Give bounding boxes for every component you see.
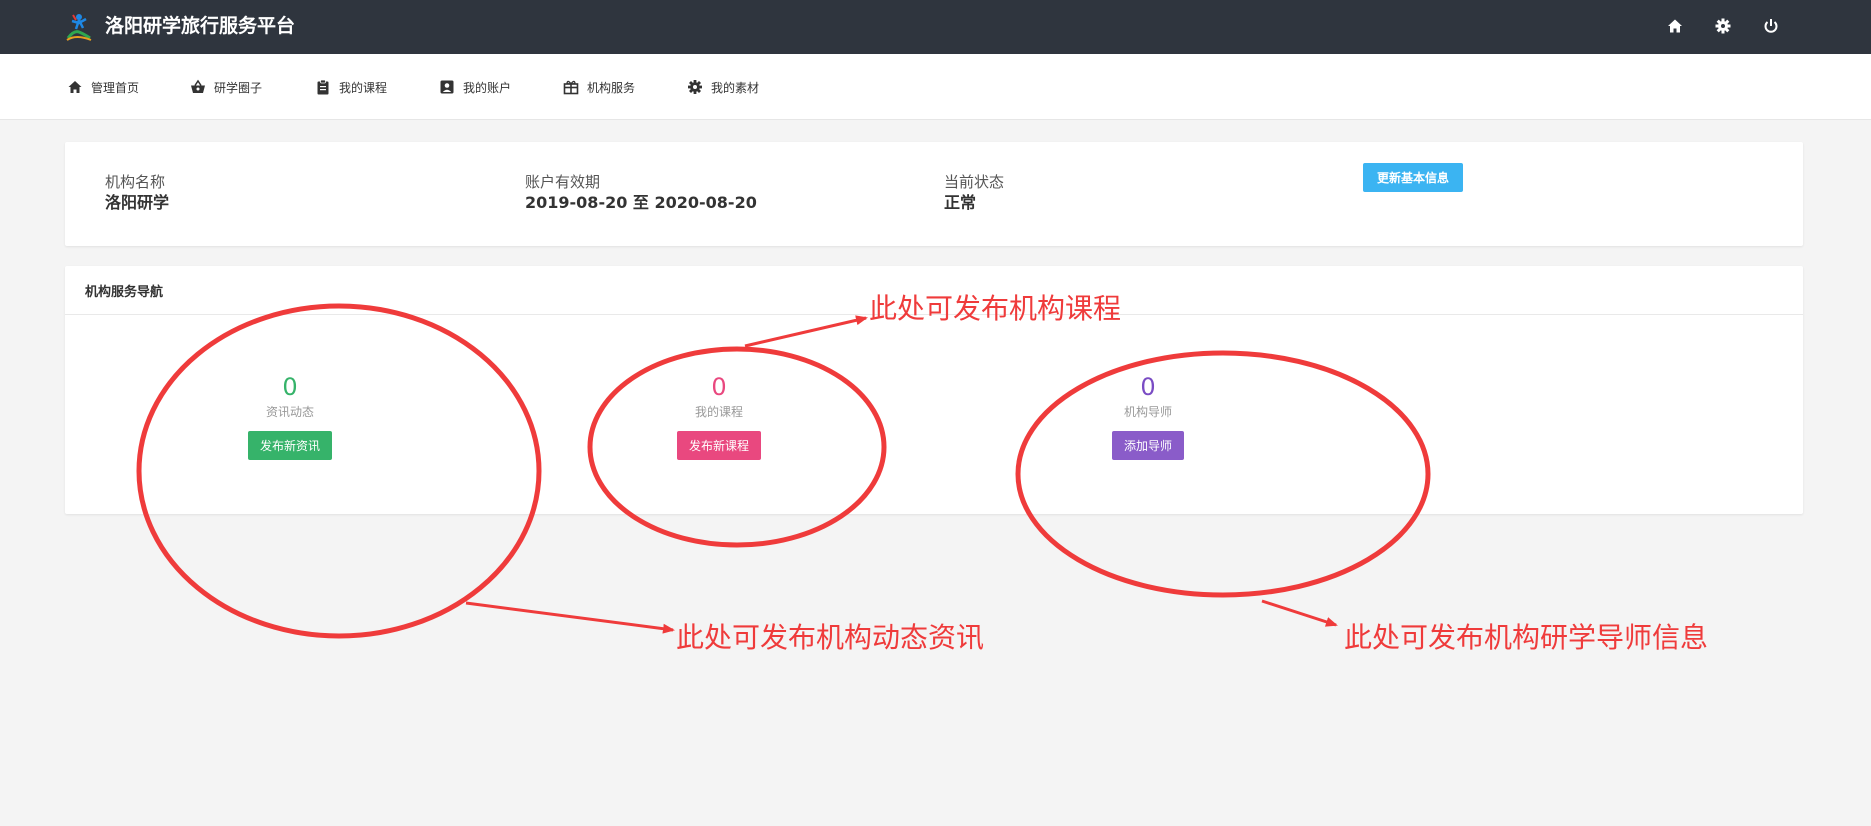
nav-item-my-courses[interactable]: 我的课程 (315, 54, 387, 120)
home-icon[interactable] (1663, 14, 1687, 38)
nav-item-admin-home[interactable]: 管理首页 (67, 54, 139, 120)
power-icon[interactable] (1759, 14, 1783, 38)
courses-count: 0 (711, 373, 727, 401)
nav-item-label: 我的素材 (711, 80, 760, 95)
validity-field: 账户有效期 2019-08-20 至 2020-08-20 (525, 172, 757, 214)
basket-icon (191, 79, 205, 93)
logo-icon[interactable] (64, 12, 94, 42)
gear-icon[interactable] (1711, 14, 1735, 38)
add-mentor-button[interactable]: 添加导师 (1111, 431, 1184, 460)
nav-item-label: 我的课程 (339, 80, 388, 95)
nav-item-label: 研学圈子 (214, 80, 263, 95)
account-box-icon (440, 80, 454, 94)
status-value: 正常 (944, 193, 977, 212)
org-info-panel: 机构名称 洛阳研学 账户有效期 2019-08-20 至 2020-08-20 … (65, 142, 1803, 246)
org-name-label: 机构名称 (105, 173, 166, 191)
nav-item-org-services[interactable]: 机构服务 (563, 54, 635, 120)
publish-course-button[interactable]: 发布新课程 (676, 431, 761, 460)
gear-icon (688, 80, 702, 94)
update-info-button[interactable]: 更新基本信息 (1363, 163, 1463, 192)
app-title: 洛阳研学旅行服务平台 (105, 15, 296, 37)
nav-item-my-account[interactable]: 我的账户 (439, 54, 511, 120)
nav-item-study-circle[interactable]: 研学圈子 (190, 54, 262, 120)
annotation-arrow-mentors (1261, 599, 1338, 627)
annotation-news-text: 此处可发布机构动态资讯 (676, 621, 985, 654)
home-icon (68, 81, 82, 93)
annotation-mentor-text: 此处可发布机构研学导师信息 (1344, 621, 1709, 654)
publish-news-button[interactable]: 发布新资讯 (247, 431, 332, 460)
validity-value: 2019-08-20 至 2020-08-20 (525, 193, 757, 212)
top-bar: 洛阳研学旅行服务平台 (0, 0, 1871, 54)
nav-item-label: 机构服务 (587, 80, 636, 95)
nav-item-label: 管理首页 (91, 80, 140, 95)
news-count: 0 (282, 373, 298, 401)
mentors-label: 机构导师 (1123, 405, 1172, 419)
gift-icon (563, 80, 579, 95)
courses-stat: 0 我的课程 发布新课程 (639, 372, 799, 460)
status-label: 当前状态 (944, 173, 1005, 191)
org-name-field: 机构名称 洛阳研学 (105, 172, 169, 214)
main-nav: 管理首页 研学圈子 我的课程 我的账户 机构服务 我的素材 (0, 54, 1871, 120)
mentors-stat: 0 机构导师 添加导师 (1068, 372, 1228, 460)
validity-label: 账户有效期 (525, 173, 601, 191)
annotation-course-text: 此处可发布机构课程 (869, 292, 1122, 325)
clipboard-icon (317, 79, 329, 95)
news-stat: 0 资讯动态 发布新资讯 (210, 372, 370, 460)
annotation-arrow-news (465, 601, 675, 634)
org-name-value: 洛阳研学 (105, 193, 170, 212)
nav-item-my-materials[interactable]: 我的素材 (687, 54, 759, 120)
news-label: 资讯动态 (265, 405, 314, 419)
mentors-count: 0 (1140, 373, 1156, 401)
status-field: 当前状态 正常 (944, 172, 1004, 214)
courses-label: 我的课程 (694, 405, 743, 419)
nav-item-label: 我的账户 (463, 80, 512, 95)
